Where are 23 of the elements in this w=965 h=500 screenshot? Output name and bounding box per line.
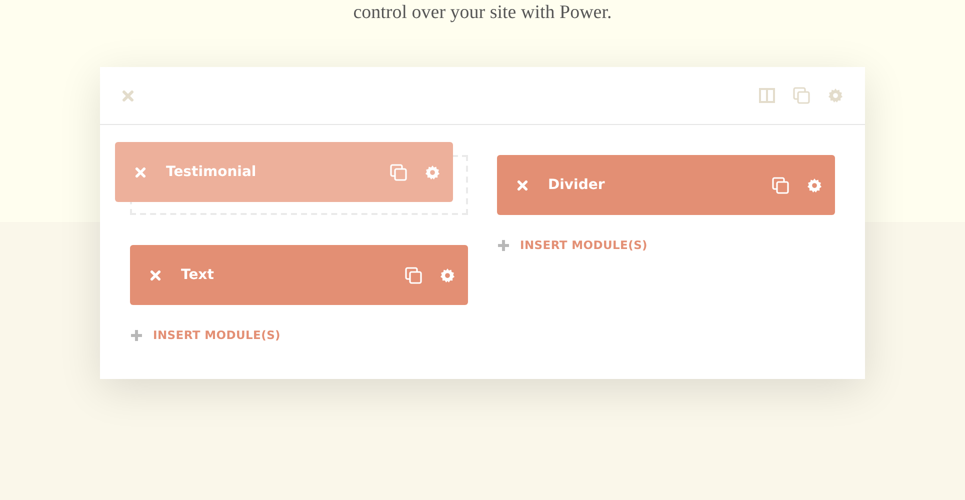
intro-text: control over your site with Power. (353, 2, 612, 25)
module-bar[interactable]: Testimonial (115, 142, 453, 202)
plus-icon (497, 238, 510, 252)
settings-icon[interactable] (440, 268, 455, 282)
close-icon[interactable] (122, 90, 134, 102)
module-bar[interactable]: Text (130, 245, 468, 305)
duplicate-icon[interactable] (772, 176, 789, 194)
plus-icon (130, 328, 143, 342)
duplicate-icon[interactable] (793, 87, 810, 104)
module-bar[interactable]: Divider (497, 155, 835, 215)
settings-icon[interactable] (425, 164, 440, 180)
settings-icon[interactable] (828, 88, 843, 103)
insert-module-label: INSERT MODULE(S) (153, 328, 281, 342)
module-title: Divider (548, 177, 606, 193)
duplicate-icon[interactable] (390, 164, 407, 180)
duplicate-icon[interactable] (405, 266, 422, 284)
insert-module-label: INSERT MODULE(S) (520, 238, 648, 252)
columns-icon[interactable] (759, 88, 775, 103)
insert-module-link[interactable]: INSERT MODULE(S) (497, 238, 835, 252)
module-title: Text (181, 267, 215, 283)
module-title: Testimonial (166, 164, 258, 180)
settings-icon[interactable] (807, 178, 822, 192)
insert-module-link[interactable]: INSERT MODULE(S) (130, 328, 468, 342)
